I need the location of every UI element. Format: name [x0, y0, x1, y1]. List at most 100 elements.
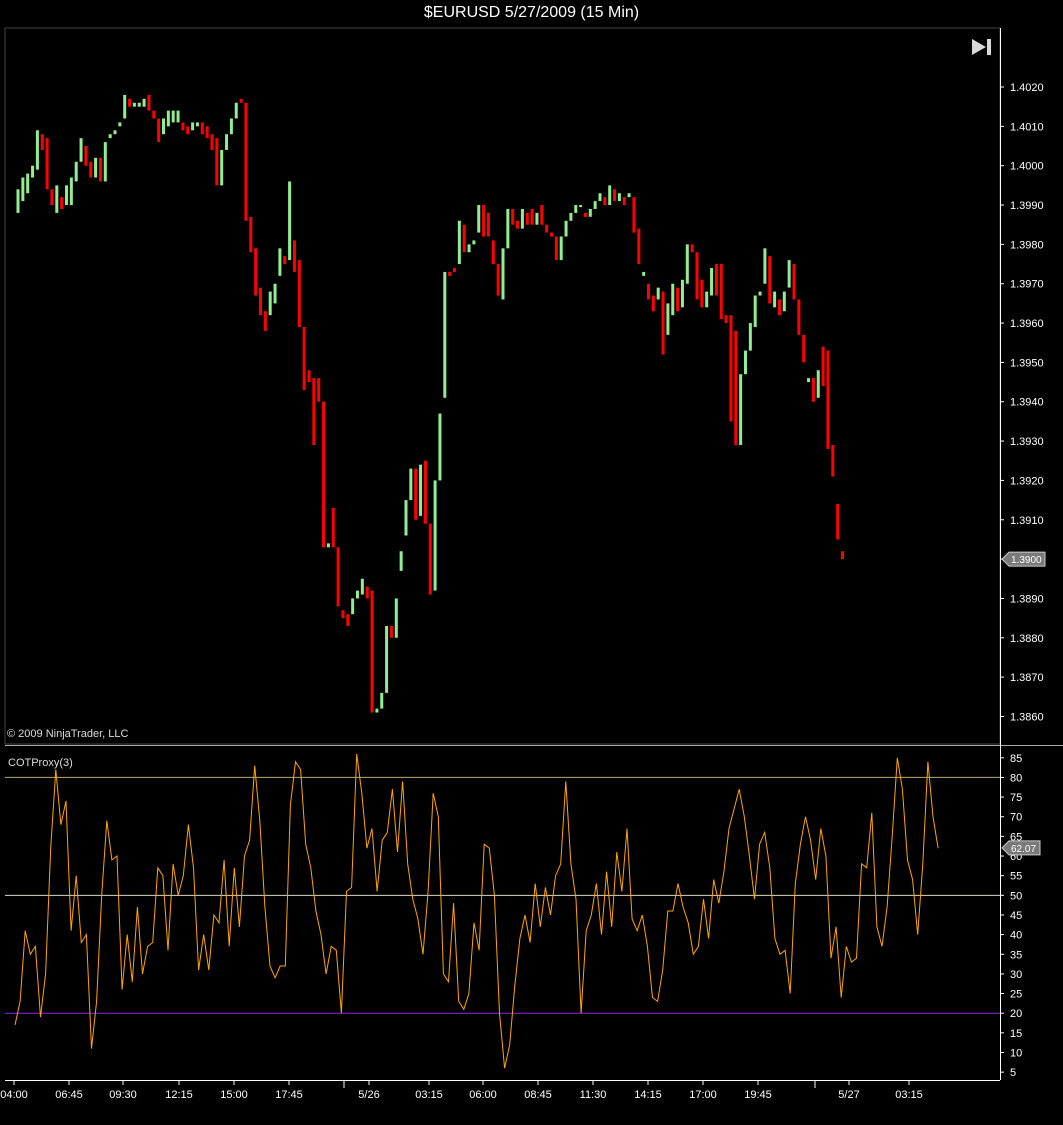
price-bar [739, 374, 743, 446]
price-bar [244, 102, 248, 221]
price-bar [259, 287, 262, 316]
indicator-tick-label: 30 [1010, 969, 1022, 981]
price-bar [593, 201, 597, 209]
price-bar [617, 193, 621, 202]
price-tick-label: 1.3880 [1010, 633, 1044, 645]
price-bar [283, 256, 287, 265]
copyright-text: © 2009 NinjaTrader, LLC [7, 728, 129, 740]
indicator-tick-label: 40 [1010, 930, 1022, 942]
price-bar [220, 149, 224, 186]
price-tick-label: 1.3980 [1010, 239, 1044, 251]
price-bar [55, 185, 59, 213]
indicator-tick-label: 10 [1010, 1047, 1022, 1059]
price-bar [331, 507, 335, 548]
price-bar [642, 271, 646, 276]
time-tick-label: 09:30 [109, 1089, 137, 1101]
price-tick-label: 1.3940 [1010, 397, 1044, 409]
price-bar [35, 130, 39, 170]
price-bar [292, 240, 296, 272]
time-tick-label: 15:00 [220, 1089, 248, 1101]
price-tick-label: 1.3930 [1010, 436, 1044, 448]
price-tick-label: 1.3950 [1010, 357, 1044, 369]
price-bar [195, 122, 199, 127]
price-bar [273, 283, 277, 304]
price-bar [782, 291, 786, 312]
price-bar [525, 212, 529, 225]
time-tick-label: 14:15 [634, 1089, 662, 1101]
price-bar [777, 299, 781, 316]
price-bar [719, 264, 723, 320]
price-bar [811, 378, 815, 402]
price-bar [647, 283, 650, 300]
indicator-tick-label: 5 [1010, 1067, 1016, 1079]
indicator-tick-label: 70 [1010, 812, 1022, 824]
price-bar [608, 185, 612, 206]
price-bar [31, 165, 35, 178]
price-tick-label: 1.3990 [1010, 200, 1044, 212]
price-bar [278, 248, 282, 276]
indicator-tick-label: 15 [1010, 1028, 1022, 1040]
last-price-marker: 1.3900 [1001, 551, 1046, 567]
price-bar [89, 161, 93, 178]
skip-to-end-icon[interactable] [970, 37, 994, 57]
price-bar [438, 413, 442, 481]
price-bar [714, 264, 718, 296]
price-bar [676, 287, 680, 312]
price-bar [744, 350, 747, 375]
cotproxy-line [14, 753, 939, 1069]
price-bar [462, 224, 466, 253]
price-bar [326, 543, 330, 548]
price-bar [501, 248, 505, 300]
price-bar [802, 334, 806, 363]
time-tick-label: 17:45 [275, 1089, 303, 1101]
price-bar [297, 260, 301, 327]
price-bar [409, 468, 413, 501]
price-bar [200, 122, 204, 135]
price-bar [651, 295, 655, 312]
price-bar [336, 547, 340, 607]
price-bar [263, 311, 267, 331]
price-bar [302, 326, 306, 390]
indicator-tick-label: 50 [1010, 890, 1022, 902]
chart-canvas[interactable]: 1.4020 1.4010 1.4000 1.3990 1.3980 1.3970 1.39… [0, 0, 1063, 1125]
price-bar [816, 370, 820, 398]
price-bar [603, 197, 607, 206]
price-bar [312, 378, 316, 446]
price-bar [94, 157, 98, 178]
price-bar [365, 586, 369, 599]
last-value-label: 62.07 [1011, 844, 1036, 855]
indicator-tick-label: 55 [1010, 871, 1022, 883]
price-bar [176, 110, 180, 123]
price-bar [559, 236, 563, 261]
indicator-tick-label: 80 [1010, 772, 1022, 784]
price-bar [239, 98, 243, 103]
price-bar [773, 291, 777, 308]
price-bar [729, 315, 733, 422]
price-bar [453, 267, 456, 272]
price-bar [516, 220, 520, 229]
price-bar [419, 464, 423, 516]
price-bar [836, 504, 840, 540]
price-bar [797, 299, 801, 335]
price-bar [74, 161, 78, 182]
indicator-tick-label: 35 [1010, 949, 1022, 961]
indicator-name: COTProxy(3) [8, 757, 73, 769]
price-bar [317, 378, 321, 402]
price-bar [486, 212, 490, 237]
time-tick-label: 06:45 [55, 1089, 83, 1101]
price-bar [666, 303, 670, 335]
price-bar [748, 323, 752, 351]
price-bar [234, 102, 238, 119]
price-bar [16, 189, 20, 213]
price-panel [4, 27, 1001, 745]
price-bar [128, 98, 132, 107]
price-bar [389, 625, 393, 638]
price-bar [613, 189, 617, 202]
price-bar [841, 551, 844, 560]
price-bar [370, 590, 374, 713]
price-bar [65, 185, 68, 206]
price-tick-label: 1.4020 [1010, 82, 1044, 94]
price-bar [695, 252, 699, 300]
time-tick-label: 17:00 [689, 1089, 717, 1101]
price-bar [787, 260, 791, 288]
